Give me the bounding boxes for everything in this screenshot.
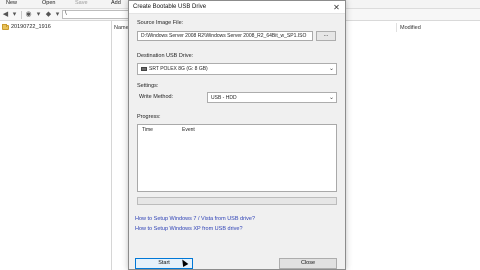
source-label: Source Image File:	[137, 20, 184, 26]
tree-item-label: 20190722_1916	[11, 24, 51, 30]
folder-tree: 20190722_1916	[0, 21, 112, 270]
toolbar-divider	[21, 11, 22, 19]
link-setup-windows-7[interactable]: How to Setup Windows 7 / Vista from USB …	[135, 216, 255, 222]
progress-column-event: Event	[182, 127, 195, 133]
dropdown-icon[interactable]: ▾	[34, 11, 43, 19]
view-menu-icon[interactable]: ▾	[53, 11, 62, 19]
write-method-label: Write Method:	[139, 94, 174, 100]
progress-log[interactable]: Time Event	[137, 124, 337, 192]
chevron-down-icon: ⌄	[328, 66, 334, 72]
usb-drive-icon	[141, 67, 147, 71]
chevron-down-icon: ⌄	[328, 95, 334, 101]
create-bootable-usb-dialog: Create Bootable USB Drive ✕ Source Image…	[128, 0, 346, 270]
dialog-titlebar: Create Bootable USB Drive ✕	[129, 1, 345, 14]
progress-bar	[137, 197, 337, 205]
close-button[interactable]: Close	[279, 258, 337, 269]
column-header-modified[interactable]: Modified	[400, 25, 421, 31]
folder-icon	[2, 23, 9, 30]
write-method-select[interactable]: USB - HDD ⌄	[207, 92, 337, 103]
write-method-value: USB - HDD	[211, 95, 237, 101]
close-icon[interactable]: ✕	[332, 3, 341, 12]
progress-label: Progress:	[137, 114, 161, 120]
address-input[interactable]: \	[62, 10, 132, 19]
save-button[interactable]: Save	[75, 0, 88, 6]
dialog-title: Create Bootable USB Drive	[133, 4, 207, 10]
settings-label: Settings:	[137, 83, 159, 89]
forward-icon[interactable]: ▾	[10, 11, 19, 19]
progress-column-time: Time	[142, 127, 153, 133]
back-icon[interactable]: ◀	[1, 11, 10, 19]
column-header-name[interactable]: Name	[114, 25, 129, 31]
browse-button[interactable]: ...	[316, 31, 336, 41]
tree-item-folder[interactable]: 20190722_1916	[2, 23, 51, 30]
column-divider	[396, 23, 397, 32]
link-setup-windows-xp[interactable]: How to Setup Windows XP from USB drive?	[135, 226, 243, 232]
add-button[interactable]: Add	[111, 0, 121, 6]
open-button[interactable]: Open	[42, 0, 55, 6]
source-image-field[interactable]: D:\Windows Server 2008 R2\Windows Server…	[137, 31, 313, 41]
refresh-icon[interactable]: ◆	[44, 11, 53, 19]
destination-drive-select[interactable]: SRT POLEX 8G (G: 8 GB) ⌄	[137, 63, 337, 75]
destination-label: Destination USB Drive:	[137, 53, 194, 59]
new-button[interactable]: New	[6, 0, 17, 6]
up-icon[interactable]: ◉	[24, 11, 33, 19]
destination-value: SRT POLEX 8G (G: 8 GB)	[149, 66, 208, 72]
